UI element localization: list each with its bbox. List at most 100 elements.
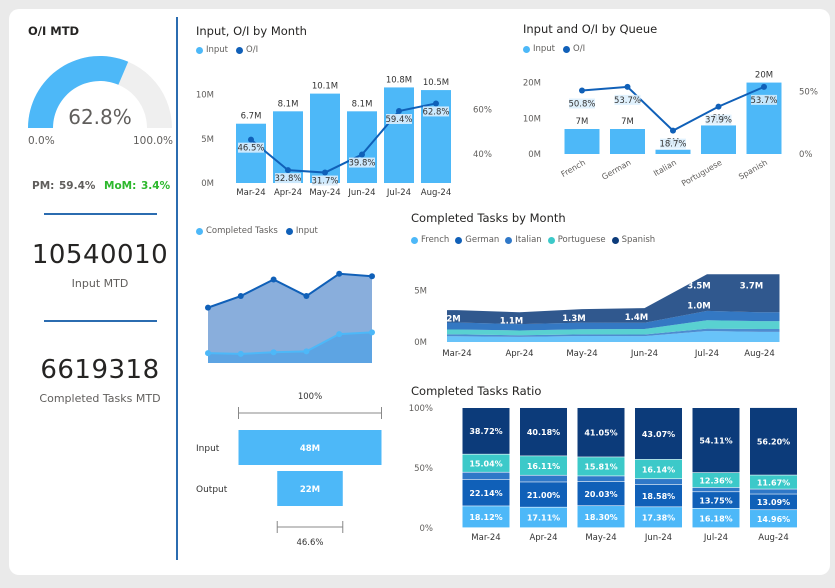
x-tick-label: Jul-24: [703, 533, 728, 543]
input-point: [237, 293, 244, 300]
legend-item-input: Input: [285, 226, 318, 236]
data-label-french: 17.38%: [642, 514, 675, 523]
y-tick-label: 50%: [414, 464, 433, 474]
data-label-oi: 53.7%: [614, 96, 641, 106]
bar-input: [610, 129, 645, 154]
gauge-title: O/I MTD: [28, 24, 80, 38]
x-tick-label: Portuguese: [680, 158, 724, 188]
data-label-top: 1.1M: [500, 317, 524, 327]
data-label-input: 10.1M: [312, 82, 338, 92]
completed-point: [237, 350, 244, 357]
data-label-spanish: 41.05%: [584, 429, 617, 438]
ratio-segment-italian: [750, 489, 797, 494]
data-label-top: 1.3M: [562, 314, 586, 324]
data-label-input: 10.8M: [386, 75, 412, 85]
data-label-oi: 39.8%: [348, 159, 375, 169]
completed-point: [303, 348, 310, 355]
panel-divider: [176, 17, 178, 560]
input-mtd-value: 10540010: [31, 240, 169, 270]
completed-mtd-label: Completed Tasks MTD: [39, 392, 161, 405]
funnel-value-label: 48M: [300, 444, 320, 454]
ratio-segment-italian: [462, 472, 510, 480]
x-tick-label: Aug-24: [758, 533, 788, 543]
bar-input: [701, 125, 736, 154]
input-point: [205, 304, 211, 311]
funnel-top-label: 100%: [298, 392, 322, 402]
oi-point: [670, 127, 676, 134]
input-oi-by-month-chart[interactable]: 0M 5M 10M 40% 60% 6.7M Mar-24 8.1M Apr-24 10.1M Ma…: [190, 55, 505, 200]
input-point: [303, 293, 310, 300]
chart2-legend: Input O/I: [523, 44, 585, 54]
data-label-portuguese: 11.67%: [757, 478, 790, 487]
gauge-max: 100.0%: [133, 135, 174, 147]
data-label-top: 1.2M: [437, 315, 461, 325]
completed-tasks-by-month-chart[interactable]: 0M 5M Mar-24 1.2M Apr-24 1.1M May-24 1.3M Jun-24…: [405, 265, 825, 365]
input-point: [270, 276, 277, 283]
y-tick-label: 5M: [201, 135, 214, 145]
data-label-spanish: 40.18%: [527, 428, 560, 437]
x-tick-label: Aug-24: [744, 349, 774, 359]
y2-tick-label: 0%: [799, 150, 813, 160]
x-tick-label: Apr-24: [505, 349, 533, 359]
mom-label: MoM:: [104, 180, 137, 192]
divider-1: [44, 213, 157, 215]
oi-point: [285, 167, 291, 174]
y-tick-label: 0M: [201, 179, 214, 189]
bar-input: [655, 149, 691, 154]
data-label-spanish: 56.20%: [757, 438, 790, 447]
input-mtd-label: Input MTD: [71, 277, 129, 290]
funnel-category-label: Output: [196, 485, 228, 495]
data-label-french: 14.96%: [757, 515, 790, 524]
x-tick-label: May-24: [566, 349, 597, 359]
legend-item-spanish: Spanish: [611, 235, 655, 245]
chart4-title: Completed Tasks by Month: [411, 211, 566, 225]
legend-item-french: French: [411, 235, 449, 245]
bar-input: [564, 129, 600, 154]
data-label-oi: 37.9%: [705, 116, 732, 126]
oi-point: [433, 100, 439, 107]
y2-tick-label: 50%: [799, 88, 818, 98]
data-label-portuguese: 15.04%: [469, 459, 502, 468]
data-label-oi: 32.8%: [274, 174, 301, 184]
completed-tasks-ratio-chart[interactable]: 0% 50% 100% 18.12% 22.14% 15.04% 38.72% Mar-24 1…: [405, 398, 825, 558]
ratio-segment-italian: [577, 476, 625, 482]
completed-vs-input-area-chart[interactable]: [196, 245, 386, 370]
oi-point: [579, 87, 585, 94]
legend-item-portuguese: Portuguese: [547, 235, 606, 245]
input-output-funnel[interactable]: 100% 48M Input 22M Output 46.6%: [192, 385, 392, 550]
y-tick-label: 0M: [528, 150, 541, 160]
divider-2: [44, 320, 157, 322]
x-tick-label: Apr-24: [274, 188, 302, 198]
x-tick-label: French: [559, 158, 587, 179]
funnel-category-label: Input: [196, 444, 220, 454]
ratio-segment-italian: [692, 487, 740, 492]
data-label-oi: 31.7%: [311, 177, 338, 187]
legend-item-oi: O/I: [236, 45, 258, 55]
y2-tick-label: 40%: [473, 150, 492, 160]
data-label-input: 8.1M: [278, 99, 299, 109]
funnel-bottom-label: 46.6%: [296, 538, 323, 548]
x-tick-label: Jul-24: [694, 349, 719, 359]
data-label-french: 16.18%: [699, 514, 732, 523]
data-label-oi: 59.4%: [385, 115, 412, 125]
bar-input: [384, 87, 414, 183]
pm-label: PM:: [32, 180, 55, 192]
oi-gauge[interactable]: 62.8%: [22, 52, 178, 134]
data-label-german: 22.14%: [469, 489, 502, 498]
data-label-oi: 62.8%: [422, 107, 449, 117]
data-label-german: 18.58%: [642, 492, 675, 501]
data-label-top: 3.5M: [687, 282, 711, 292]
x-tick-label: Apr-24: [529, 533, 557, 543]
y-tick-label: 100%: [409, 404, 433, 414]
data-label-oi: 53.7%: [750, 96, 777, 106]
ratio-segment-italian: [635, 479, 682, 485]
data-label-input: 6.7M: [241, 112, 262, 122]
oi-line: [581, 85, 765, 132]
legend-item-oi: O/I: [563, 44, 585, 54]
chart3-legend: Completed Tasks Input: [196, 226, 318, 236]
data-label-oi: 46.5%: [237, 144, 264, 154]
data-label-german: 13.75%: [699, 496, 732, 505]
mom-value: 3.4%: [141, 180, 171, 192]
x-tick-label: Mar-24: [442, 349, 471, 359]
input-oi-by-queue-chart[interactable]: 0M10M20M0%50%7MFrench7MGerman5MItalian8M…: [515, 55, 825, 195]
